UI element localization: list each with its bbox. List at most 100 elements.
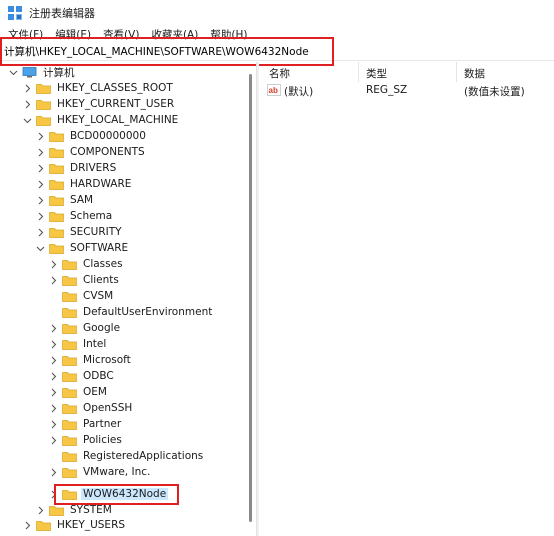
chevron-down-icon[interactable] — [22, 115, 32, 125]
tree-item-label: WOW6432Node — [81, 488, 169, 500]
chevron-right-icon[interactable] — [22, 99, 32, 109]
tree-item-hkey-users[interactable]: HKEY_USERS — [22, 517, 127, 533]
chevron-right-icon[interactable] — [48, 371, 58, 381]
chevron-down-icon[interactable] — [8, 67, 18, 77]
tree-item-cvsm[interactable]: CVSM — [48, 288, 115, 304]
regedit-app-icon — [8, 6, 22, 20]
chevron-right-icon[interactable] — [48, 275, 58, 285]
chevron-right-icon[interactable] — [48, 323, 58, 333]
column-header-name[interactable]: 名称 — [269, 66, 290, 81]
folder-open-icon — [36, 115, 51, 126]
values-list: 名称 类型 数据 ab (默认) REG_SZ (数值未设置) — [260, 62, 554, 536]
chevron-right-icon[interactable] — [22, 83, 32, 93]
tree-item-software[interactable]: SOFTWARE — [35, 240, 130, 256]
tree-item-microsoft[interactable]: Microsoft — [48, 352, 133, 368]
chevron-right-icon[interactable] — [48, 259, 58, 269]
tree-item-hkey-classes-root[interactable]: HKEY_CLASSES_ROOT — [22, 80, 175, 96]
folder-icon — [49, 505, 64, 516]
chevron-right-icon[interactable] — [35, 179, 45, 189]
folder-icon — [62, 307, 77, 318]
address-input[interactable] — [0, 43, 544, 60]
tree-item-schema[interactable]: Schema — [35, 208, 114, 224]
value-type: REG_SZ — [366, 84, 408, 96]
svg-text:ab: ab — [269, 86, 278, 95]
tree-item-drivers[interactable]: DRIVERS — [35, 160, 118, 176]
chevron-right-icon[interactable] — [35, 195, 45, 205]
tree-item-computer[interactable]: 计算机 — [8, 64, 77, 80]
title-bar: 注册表编辑器 — [0, 0, 554, 26]
chevron-right-icon[interactable] — [35, 163, 45, 173]
tree-item-bcd00000000[interactable]: BCD00000000 — [35, 128, 148, 144]
folder-icon — [49, 211, 64, 222]
chevron-right-icon[interactable] — [48, 339, 58, 349]
column-header-data[interactable]: 数据 — [464, 66, 485, 81]
menu-file[interactable]: 文件(F) — [0, 27, 43, 42]
tree-item-intel[interactable]: Intel — [48, 336, 108, 352]
tree-item-label: 计算机 — [43, 66, 75, 79]
tree-item-system[interactable]: SYSTEM — [35, 502, 114, 518]
chevron-right-icon[interactable] — [35, 505, 45, 515]
tree-item-label: CVSM — [83, 290, 114, 302]
tree-item-openssh[interactable]: OpenSSH — [48, 400, 134, 416]
pane-splitter[interactable] — [256, 62, 259, 536]
tree-item-hkey-local-machine[interactable]: HKEY_LOCAL_MACHINE — [22, 112, 180, 128]
chevron-right-icon[interactable] — [22, 520, 32, 530]
tree-item-security[interactable]: SECURITY — [35, 224, 124, 240]
column-divider[interactable] — [358, 62, 359, 82]
folder-icon — [36, 83, 51, 94]
tree-item-hardware[interactable]: HARDWARE — [35, 176, 133, 192]
chevron-right-icon[interactable] — [48, 435, 58, 445]
tree-item-google[interactable]: Google — [48, 320, 122, 336]
chevron-right-icon[interactable] — [35, 131, 45, 141]
tree-item-label: HKEY_USERS — [57, 519, 126, 531]
list-item[interactable]: ab (默认) REG_SZ (数值未设置) — [260, 83, 554, 99]
menu-view[interactable]: 查看(V) — [95, 27, 139, 42]
tree-scrollbar-thumb[interactable] — [249, 74, 252, 522]
tree-item-label: Clients — [83, 274, 119, 286]
menu-help[interactable]: 帮助(H) — [202, 27, 247, 42]
chevron-right-icon[interactable] — [35, 211, 45, 221]
tree-item-odbc[interactable]: ODBC — [48, 368, 116, 384]
tree-item-vmware-inc[interactable]: VMware, Inc. — [48, 464, 152, 480]
tree-item-clients[interactable]: Clients — [48, 272, 121, 288]
column-header-type[interactable]: 类型 — [366, 66, 387, 81]
folder-icon — [62, 467, 77, 478]
list-header: 名称 类型 数据 — [260, 62, 554, 82]
window-title: 注册表编辑器 — [29, 7, 95, 20]
tree-item-label: DRIVERS — [70, 162, 117, 174]
tree-item-policies[interactable]: Policies — [48, 432, 124, 448]
folder-icon — [49, 147, 64, 158]
tree-item-label: VMware, Inc. — [83, 466, 151, 478]
chevron-right-icon[interactable] — [48, 403, 58, 413]
menu-edit[interactable]: 编辑(E) — [47, 27, 91, 42]
tree-item-classes[interactable]: Classes — [48, 256, 125, 272]
tree-item-components[interactable]: COMPONENTS — [35, 144, 147, 160]
chevron-right-icon[interactable] — [48, 467, 58, 477]
folder-icon — [62, 387, 77, 398]
chevron-right-icon[interactable] — [48, 419, 58, 429]
chevron-right-icon[interactable] — [48, 355, 58, 365]
tree-item-defaultuserenvironment[interactable]: DefaultUserEnvironment — [48, 304, 214, 320]
tree-item-wow6432node[interactable]: WOW6432Node — [48, 486, 169, 502]
tree-item-oem[interactable]: OEM — [48, 384, 109, 400]
tree-item-label: SOFTWARE — [70, 242, 129, 254]
tree-item-partner[interactable]: Partner — [48, 416, 123, 432]
chevron-down-icon[interactable] — [35, 243, 45, 253]
folder-icon — [49, 163, 64, 174]
tree-item-label: Classes — [83, 258, 123, 270]
tree-item-label: Partner — [83, 418, 122, 430]
chevron-right-icon[interactable] — [48, 489, 58, 499]
tree-item-registeredapplications[interactable]: RegisteredApplications — [48, 448, 205, 464]
chevron-right-icon[interactable] — [35, 147, 45, 157]
chevron-right-icon[interactable] — [48, 387, 58, 397]
tree-item-sam[interactable]: SAM — [35, 192, 95, 208]
column-divider[interactable] — [456, 62, 457, 82]
tree-item-label: Intel — [83, 338, 107, 350]
tree-item-label: SYSTEM — [70, 504, 112, 516]
menu-favorites[interactable]: 收藏夹(A) — [143, 27, 198, 42]
chevron-right-icon[interactable] — [35, 227, 45, 237]
folder-icon — [62, 419, 77, 430]
tree-item-label: SECURITY — [70, 226, 122, 238]
tree-item-hkey-current-user[interactable]: HKEY_CURRENT_USER — [22, 96, 176, 112]
